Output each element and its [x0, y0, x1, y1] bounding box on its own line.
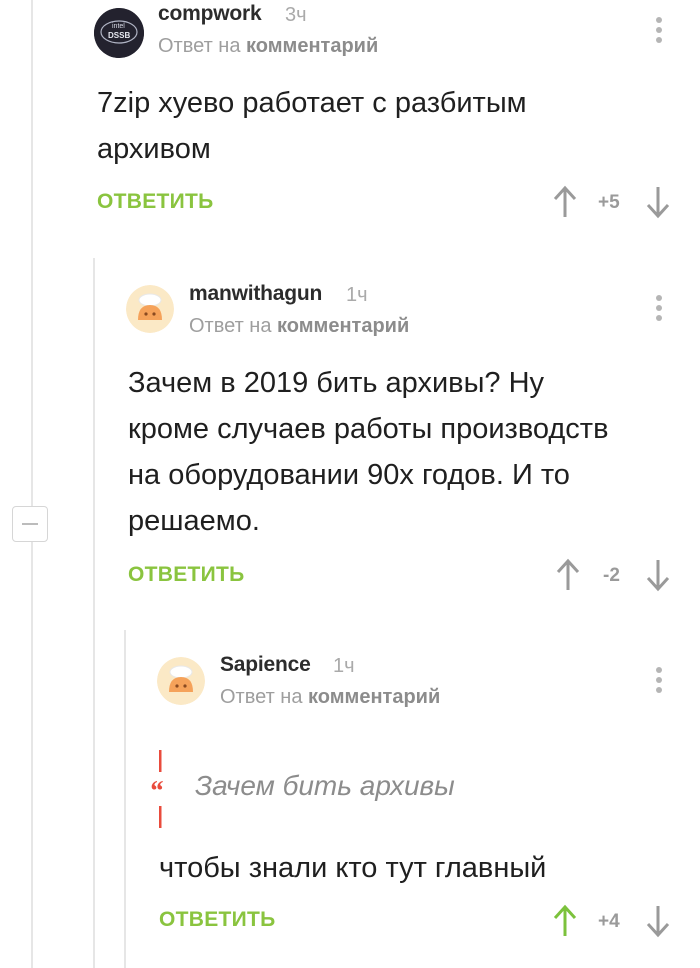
comment-body-line: Зачем в 2019 бить архивы? Ну	[128, 367, 545, 399]
reply-button[interactable]: ОТВЕТИТЬ	[97, 190, 214, 214]
reply-button[interactable]: ОТВЕТИТЬ	[159, 908, 276, 932]
comment-username[interactable]: compwork	[158, 2, 262, 26]
reply-to-meta[interactable]: Ответ на комментарий	[220, 686, 440, 709]
comment-body-line: архивом	[97, 133, 211, 165]
reply-prefix: Ответ на	[220, 686, 303, 708]
svg-text:“: “	[149, 776, 163, 807]
reply-target-link[interactable]: комментарий	[308, 686, 440, 708]
default-avatar-icon	[126, 285, 174, 333]
kebab-menu-icon[interactable]	[655, 667, 663, 697]
avatar[interactable]	[126, 285, 174, 333]
comment-score: -2	[603, 565, 620, 586]
comment-body-line: кроме случаев работы производств	[128, 413, 609, 445]
arrow-up-icon[interactable]	[555, 558, 581, 592]
reply-prefix: Ответ на	[158, 35, 241, 57]
thread-line-level-3	[124, 630, 126, 968]
reply-target-link[interactable]: комментарий	[246, 35, 378, 57]
comment-body-line: решаемо.	[128, 505, 260, 537]
thread-line-root	[31, 0, 33, 968]
comment-body: Зачем в 2019 бить архивы? Ну кроме случа…	[128, 360, 609, 544]
avatar-logo-text: intel	[112, 23, 125, 30]
arrow-down-icon[interactable]	[645, 185, 671, 219]
avatar[interactable]: intel DSSB	[94, 8, 144, 58]
collapse-thread-button[interactable]	[12, 506, 48, 542]
arrow-down-icon[interactable]	[645, 904, 671, 938]
default-avatar-icon	[157, 657, 205, 705]
avatar-logo-subtext: DSSB	[108, 31, 130, 40]
comment-body-line: 7zip хуево работает с разбитым	[97, 87, 527, 119]
quote-marker-icon: “	[149, 750, 163, 828]
comment-username[interactable]: manwithagun	[189, 282, 322, 306]
arrow-up-icon[interactable]	[552, 185, 578, 219]
comment-body: чтобы знали кто тут главный	[159, 845, 546, 891]
avatar[interactable]	[157, 657, 205, 705]
arrow-down-icon[interactable]	[645, 558, 671, 592]
reply-to-meta[interactable]: Ответ на комментарий	[189, 315, 409, 338]
comment-username[interactable]: Sapience	[220, 653, 311, 677]
comment-body-line: на оборудовании 90х годов. И то	[128, 459, 570, 491]
comment-score: +5	[598, 192, 620, 213]
arrow-up-icon[interactable]	[552, 904, 578, 938]
quote-text: Зачем бить архивы	[195, 770, 455, 801]
thread-line-level-2	[93, 258, 95, 968]
avatar-image: intel DSSB	[94, 8, 144, 58]
reply-button[interactable]: ОТВЕТИТЬ	[128, 563, 245, 587]
comment-time: 3ч	[285, 4, 307, 26]
reply-to-meta[interactable]: Ответ на комментарий	[158, 35, 378, 58]
comment-score: +4	[598, 911, 620, 932]
kebab-menu-icon[interactable]	[655, 17, 663, 47]
comment-body: 7zip хуево работает с разбитым архивом	[97, 80, 527, 172]
reply-target-link[interactable]: комментарий	[277, 315, 409, 337]
kebab-menu-icon[interactable]	[655, 295, 663, 325]
comment-time: 1ч	[333, 655, 355, 677]
reply-prefix: Ответ на	[189, 315, 272, 337]
comment-time: 1ч	[346, 284, 368, 306]
comment-body-line: чтобы знали кто тут главный	[159, 852, 547, 884]
